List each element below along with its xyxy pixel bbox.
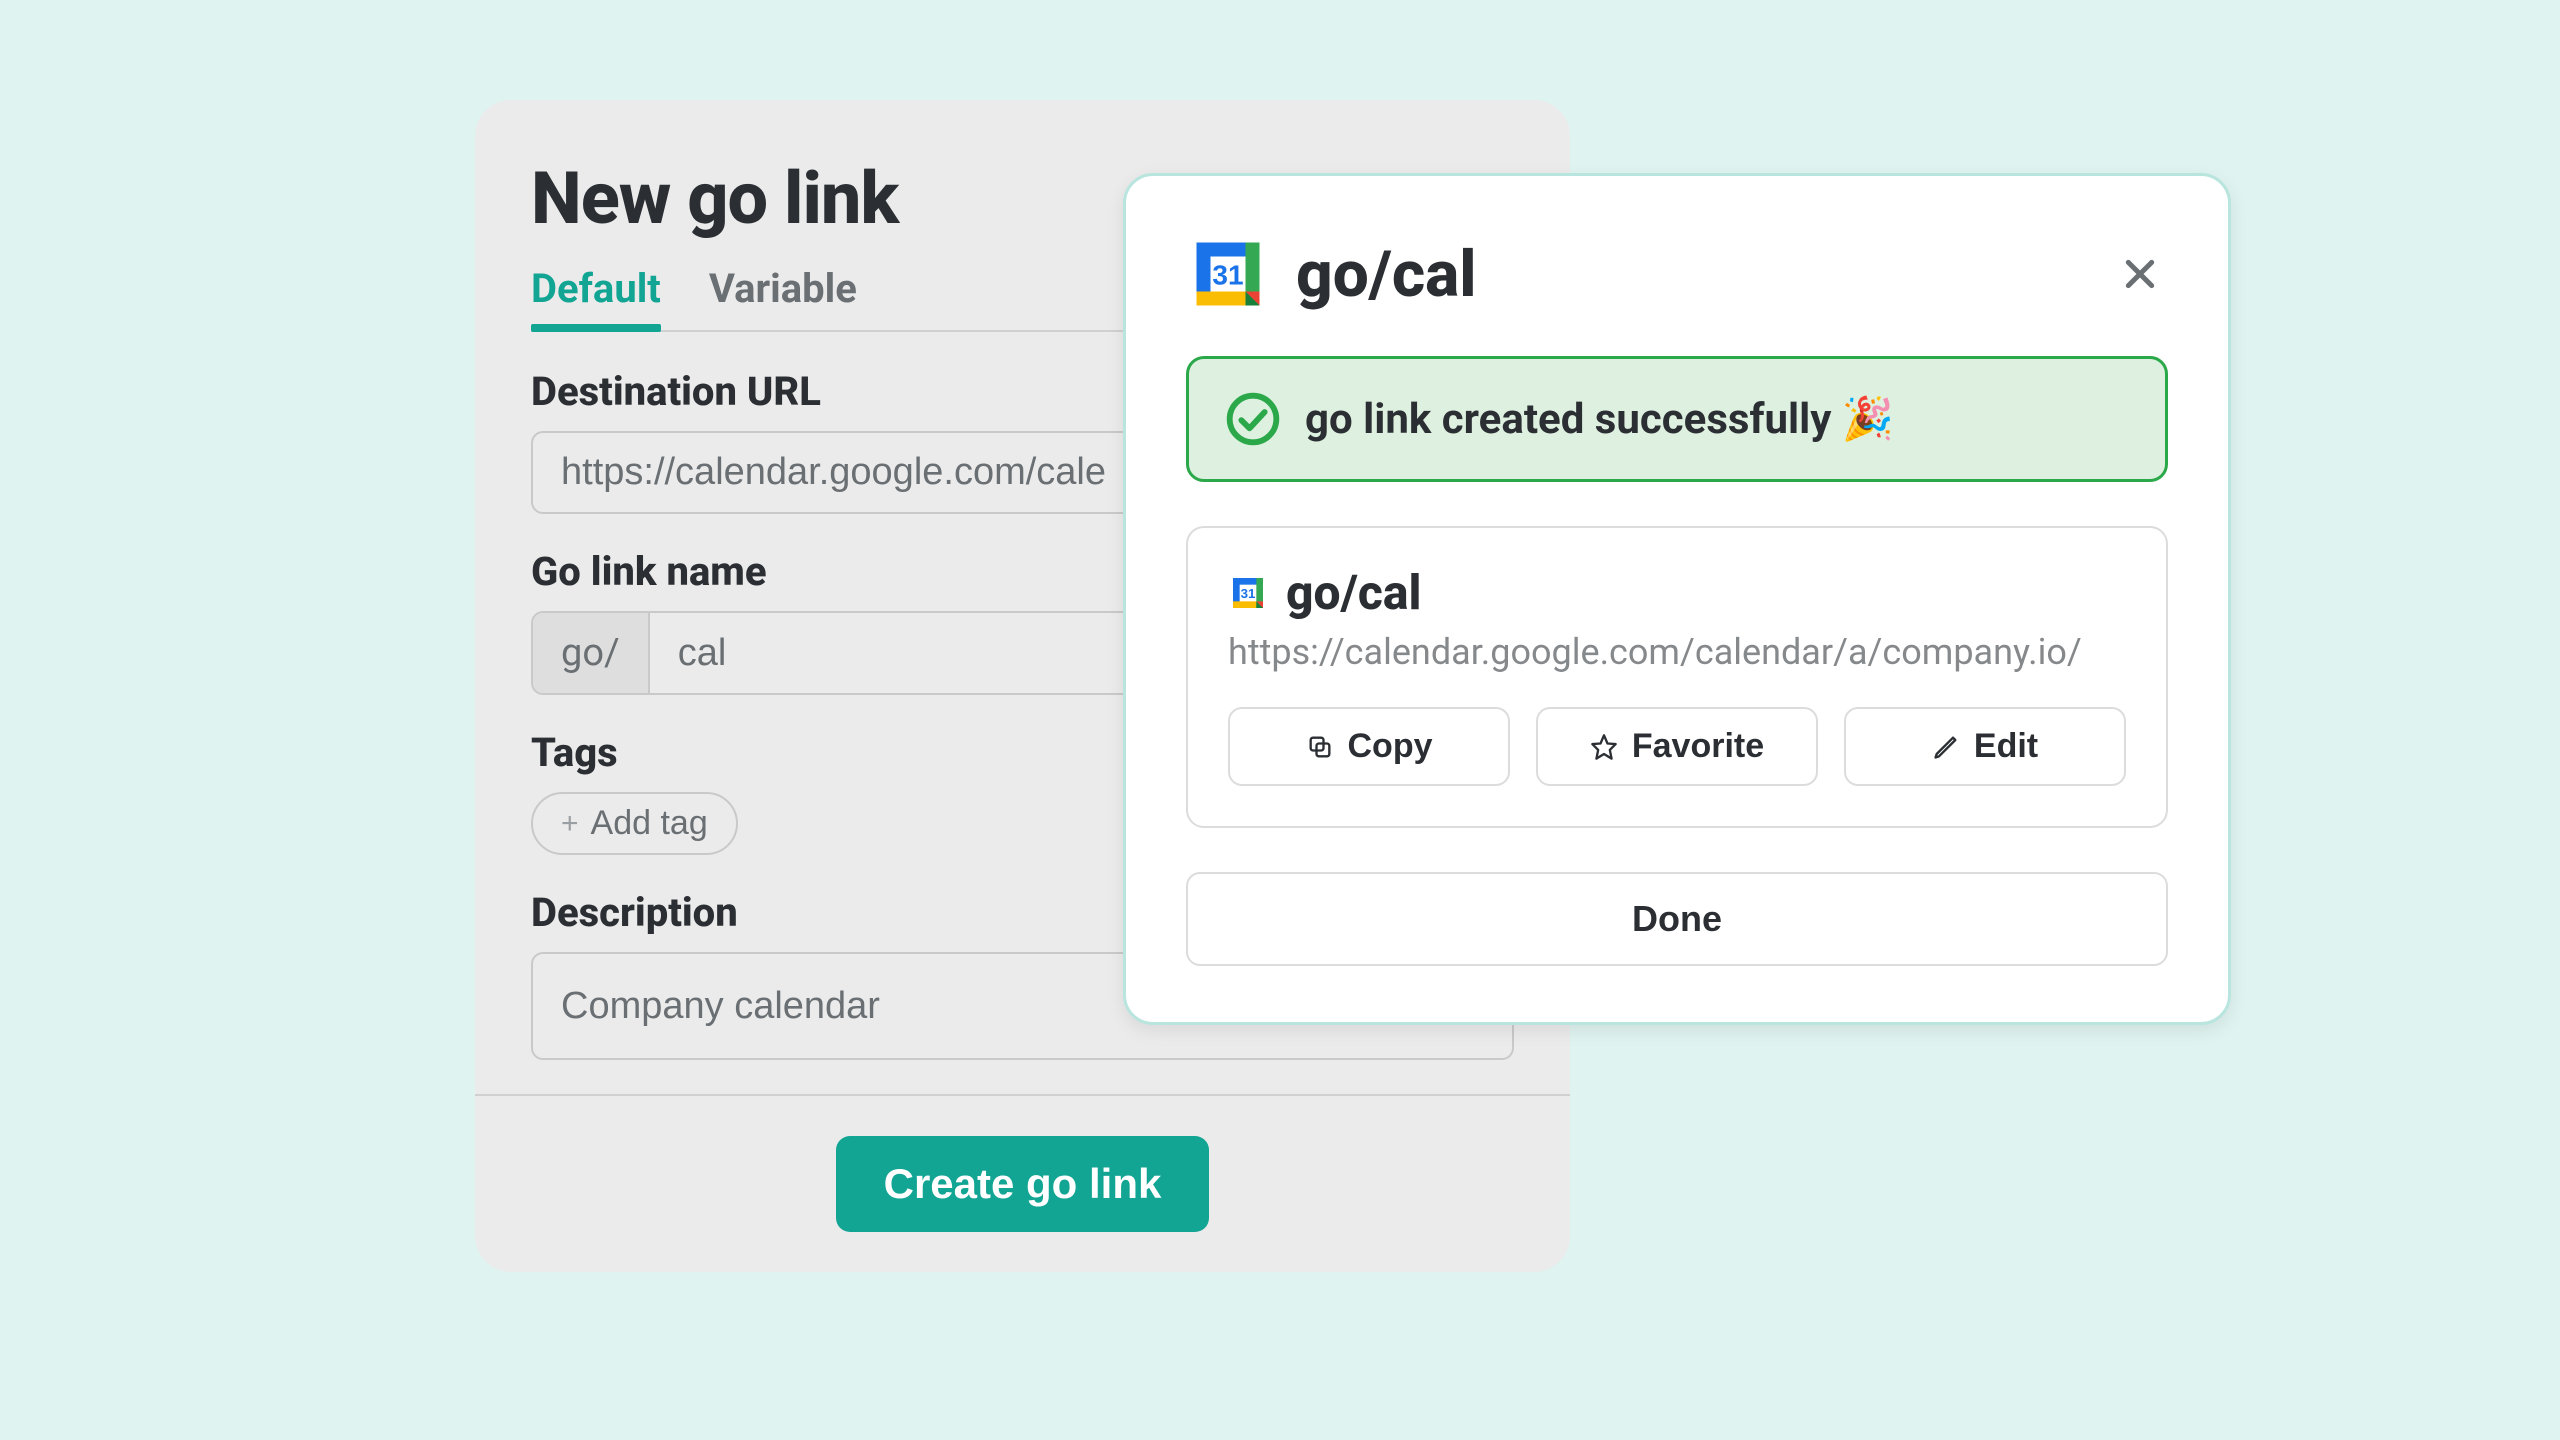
- edit-button[interactable]: Edit: [1844, 707, 2126, 786]
- close-button[interactable]: [2112, 246, 2168, 302]
- add-tag-button[interactable]: + Add tag: [531, 792, 738, 855]
- modal-header: 31 go/cal: [1186, 232, 2168, 316]
- copy-button[interactable]: Copy: [1228, 707, 1510, 786]
- link-card-header: 31 go/cal: [1228, 564, 2126, 621]
- link-card-title: go/cal: [1286, 564, 1421, 621]
- modal-title-wrap: 31 go/cal: [1186, 232, 1477, 316]
- success-message: go link created successfully 🎉: [1305, 395, 1894, 444]
- action-row: Copy Favorite Edit: [1228, 707, 2126, 786]
- done-button[interactable]: Done: [1186, 872, 2168, 966]
- add-tag-label: Add tag: [591, 804, 708, 843]
- svg-text:31: 31: [1241, 586, 1256, 601]
- copy-label: Copy: [1348, 727, 1433, 766]
- success-banner: go link created successfully 🎉: [1186, 356, 2168, 482]
- edit-label: Edit: [1974, 727, 2038, 766]
- modal-title: go/cal: [1296, 237, 1477, 312]
- link-card-url: https://calendar.google.com/calendar/a/c…: [1228, 631, 2126, 673]
- link-card: 31 go/cal https://calendar.google.com/ca…: [1186, 526, 2168, 828]
- divider: [475, 1094, 1570, 1096]
- calendar-app-icon-small: 31: [1228, 573, 1268, 613]
- pencil-icon: [1932, 733, 1960, 761]
- favorite-label: Favorite: [1632, 727, 1764, 766]
- go-link-prefix: go/: [533, 613, 650, 693]
- star-icon: [1590, 733, 1618, 761]
- tab-default[interactable]: Default: [531, 265, 661, 330]
- copy-icon: [1306, 733, 1334, 761]
- calendar-app-icon: 31: [1186, 232, 1270, 316]
- success-modal: 31 go/cal go link created s: [1123, 173, 2231, 1025]
- checkmark-circle-icon: [1225, 391, 1281, 447]
- tab-variable[interactable]: Variable: [709, 265, 857, 330]
- favorite-button[interactable]: Favorite: [1536, 707, 1818, 786]
- close-icon: [2120, 254, 2160, 294]
- create-go-link-button[interactable]: Create go link: [836, 1136, 1210, 1232]
- svg-text:31: 31: [1212, 260, 1243, 291]
- plus-icon: +: [561, 807, 579, 841]
